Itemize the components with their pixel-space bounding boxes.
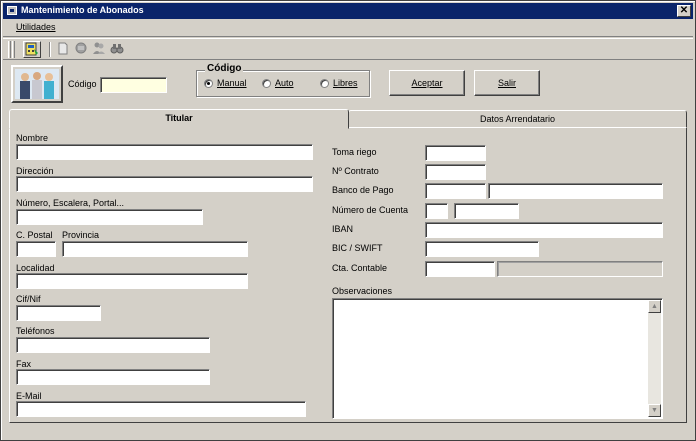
email-label: E-Mail bbox=[16, 391, 42, 401]
bic-label: BIC / SWIFT bbox=[332, 243, 383, 253]
num-cuenta-field[interactable] bbox=[454, 203, 519, 219]
nombre-field[interactable] bbox=[16, 144, 313, 160]
direccion-label: Dirección bbox=[16, 166, 54, 176]
aceptar-button-label: Aceptar bbox=[411, 78, 443, 88]
num-contrato-label: Nº Contrato bbox=[332, 166, 379, 176]
localidad-field[interactable] bbox=[16, 273, 248, 289]
radio-manual[interactable] bbox=[204, 79, 213, 88]
banco-pago-name-field[interactable] bbox=[488, 183, 663, 199]
cifnif-label: Cif/Nif bbox=[16, 294, 41, 304]
fax-field[interactable] bbox=[16, 369, 210, 385]
observaciones-textarea[interactable]: ▲ ▼ bbox=[332, 298, 663, 419]
toolbar-grip-2[interactable] bbox=[12, 41, 15, 58]
provincia-label: Provincia bbox=[62, 230, 100, 240]
email-field[interactable] bbox=[16, 401, 306, 417]
radio-libres[interactable] bbox=[320, 79, 329, 88]
direccion-field[interactable] bbox=[16, 176, 313, 192]
cpostal-field[interactable] bbox=[16, 241, 56, 257]
telefonos-field[interactable] bbox=[16, 337, 210, 353]
codigo-group-title: Código bbox=[205, 63, 244, 74]
toma-riego-field[interactable] bbox=[425, 145, 486, 161]
toolbar-separator bbox=[49, 42, 51, 57]
title-bar[interactable]: Mantenimiento de Abonados ✕ bbox=[3, 3, 693, 19]
tab-titular[interactable]: Titular bbox=[9, 109, 349, 129]
calculator-button[interactable] bbox=[23, 41, 41, 58]
salir-button-label: Salir bbox=[497, 78, 516, 88]
salir-button[interactable]: Salir bbox=[474, 70, 540, 96]
provincia-field[interactable] bbox=[62, 241, 248, 257]
calculator-icon bbox=[25, 42, 38, 56]
scroll-up-arrow-icon[interactable]: ▲ bbox=[648, 300, 661, 313]
telefonos-label: Teléfonos bbox=[16, 326, 55, 336]
observaciones-scrollbar[interactable]: ▲ ▼ bbox=[648, 300, 661, 417]
cta-contable-field[interactable] bbox=[425, 261, 495, 277]
menu-utilidades[interactable]: Utilidades bbox=[16, 22, 56, 32]
cta-contable-label: Cta. Contable bbox=[332, 263, 388, 273]
nombre-label: Nombre bbox=[16, 133, 49, 143]
num-cuenta-dc-field[interactable] bbox=[425, 203, 448, 219]
radio-auto-label[interactable]: Auto bbox=[275, 78, 294, 88]
toolbar-grip[interactable] bbox=[8, 41, 11, 58]
cifnif-field[interactable] bbox=[16, 305, 101, 321]
close-button[interactable]: ✕ bbox=[677, 5, 691, 17]
users-icon bbox=[93, 42, 105, 54]
iban-field[interactable] bbox=[425, 222, 663, 238]
numero-field[interactable] bbox=[16, 209, 203, 225]
radio-libres-label[interactable]: Libres bbox=[333, 78, 358, 88]
main-window: Mantenimiento de Abonados ✕ Utilidades C… bbox=[0, 0, 696, 441]
radio-manual-label[interactable]: Manual bbox=[217, 78, 247, 88]
customers-image bbox=[11, 65, 63, 103]
codigo-mode-group: Código Manual Auto Libres bbox=[196, 63, 370, 97]
people-illustration bbox=[15, 69, 59, 99]
binoculars-icon bbox=[110, 44, 124, 54]
aceptar-button[interactable]: Aceptar bbox=[389, 70, 465, 96]
cpostal-label: C. Postal bbox=[16, 230, 53, 240]
users-button[interactable] bbox=[91, 41, 109, 58]
refresh-button[interactable] bbox=[73, 41, 91, 58]
search-button[interactable] bbox=[109, 41, 127, 58]
tab-datos-arrendatario[interactable]: Datos Arrendatario bbox=[348, 110, 687, 128]
toma-riego-label: Toma riego bbox=[332, 147, 377, 157]
app-icon bbox=[7, 6, 17, 15]
refresh-icon bbox=[75, 42, 87, 54]
num-contrato-field[interactable] bbox=[425, 164, 486, 180]
fax-label: Fax bbox=[16, 359, 32, 369]
banco-pago-label: Banco de Pago bbox=[332, 185, 394, 195]
observaciones-label: Observaciones bbox=[332, 286, 393, 296]
num-cuenta-label: Número de Cuenta bbox=[332, 205, 409, 215]
codigo-label: Código bbox=[68, 79, 97, 89]
bic-field[interactable] bbox=[425, 241, 539, 257]
localidad-label: Localidad bbox=[16, 263, 55, 273]
document-icon bbox=[58, 42, 68, 55]
toolbar bbox=[3, 38, 693, 60]
menu-bar: Utilidades bbox=[3, 19, 693, 37]
numero-label: Número, Escalera, Portal... bbox=[16, 198, 125, 208]
radio-auto[interactable] bbox=[262, 79, 271, 88]
new-document-button[interactable] bbox=[55, 41, 73, 58]
iban-label: IBAN bbox=[332, 224, 354, 234]
window-title: Mantenimiento de Abonados bbox=[21, 5, 144, 15]
banco-pago-code-field[interactable] bbox=[425, 183, 486, 199]
codigo-input[interactable] bbox=[100, 77, 167, 93]
scroll-down-arrow-icon[interactable]: ▼ bbox=[648, 404, 661, 417]
cta-contable-description bbox=[497, 261, 663, 277]
